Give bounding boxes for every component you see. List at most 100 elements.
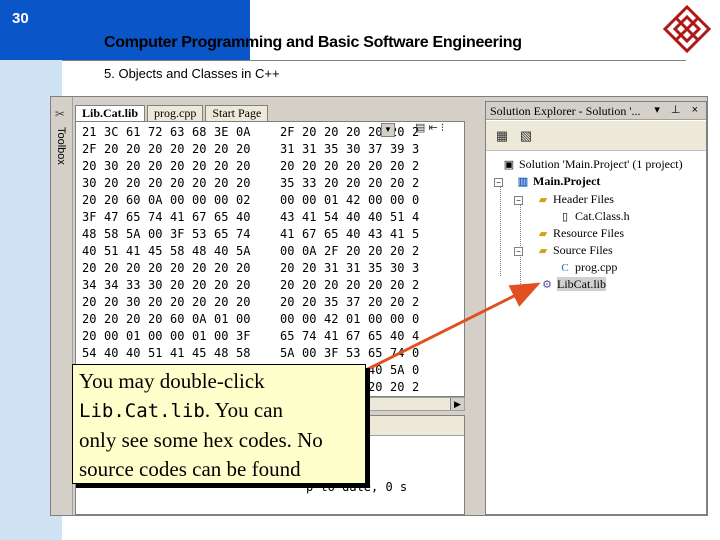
hex-byte: 2F (324, 244, 339, 258)
hex-byte: 0A (236, 125, 251, 139)
hex-byte: 5A (126, 227, 141, 241)
hex-editor[interactable]: 21 3C 61 72 63 68 3E 0A 2F 20 20 20 20 20 2 2F 20 20 20 20 2… (75, 121, 465, 397)
tree-cat-class-h[interactable]: ▯ Cat.Class.h (558, 208, 630, 225)
hex-byte: 20 (236, 159, 251, 173)
show-all-files-icon[interactable]: ▧ (516, 126, 536, 146)
hex-byte: 74 (390, 346, 405, 360)
hex-byte: 34 (104, 278, 119, 292)
hex-byte: 0A (148, 193, 163, 207)
hex-byte: 5A (236, 244, 251, 258)
hex-byte: 58 (236, 346, 251, 360)
hex-byte: 20 (346, 159, 361, 173)
tree-resource-files[interactable]: ▰ Resource Files (536, 225, 624, 242)
hex-byte: 00 (390, 193, 405, 207)
hex-byte: 20 (170, 261, 185, 275)
hex-byte: 20 (148, 261, 163, 275)
hex-byte: 20 (302, 159, 317, 173)
hex-byte: 20 (280, 295, 295, 309)
scroll-right-icon[interactable]: ▶ (450, 398, 464, 410)
hex-byte: 20 (236, 176, 251, 190)
hex-byte: 43 (368, 227, 383, 241)
hex-byte: 2 (412, 159, 420, 173)
hex-byte: 2 (412, 244, 420, 258)
hex-byte: 00 (390, 312, 405, 326)
hex-byte: 20 (104, 312, 119, 326)
hex-byte: 20 (214, 278, 229, 292)
hex-byte: 3F (324, 346, 339, 360)
hex-byte: 20 (214, 159, 229, 173)
folder-icon: ▰ (538, 194, 548, 206)
hex-byte: 01 (324, 193, 339, 207)
tab-libcat-lib[interactable]: Lib.Cat.lib (75, 105, 146, 121)
tab-start-page[interactable]: Start Page (205, 105, 269, 121)
hex-byte: 20 (170, 176, 185, 190)
hex-byte: 41 (302, 210, 317, 224)
hex-byte: 3E (214, 125, 229, 139)
hex-row: 3F 47 65 74 41 67 65 40 43 41 54 40 40 51 4 (82, 209, 434, 226)
hex-row: 20 20 60 0A 00 00 00 02 00 00 01 42 00 00 0 (82, 192, 434, 209)
hex-byte: 2 (412, 176, 420, 190)
tab-prog-cpp[interactable]: prog.cpp (147, 105, 204, 121)
hex-row: 20 30 20 20 20 20 20 20 20 20 20 20 20 20 2 (82, 158, 434, 175)
toolbox-strip[interactable]: ✂ Toolbox (51, 97, 73, 515)
hex-byte: 40 (82, 244, 97, 258)
tree-libcat-lib[interactable]: ⚙ LibCat.lib (540, 276, 606, 293)
collapse-icon[interactable]: − (514, 247, 523, 256)
hex-byte: 20 (148, 312, 163, 326)
hex-byte: 20 (390, 278, 405, 292)
hex-byte: 20 (390, 244, 405, 258)
folder-icon: ▰ (538, 228, 548, 240)
hex-byte: 20 (214, 261, 229, 275)
hex-byte: 40 (126, 346, 141, 360)
tree-solution[interactable]: ▣ Solution 'Main.Project' (1 project) (502, 156, 683, 173)
tree-prog-cpp[interactable]: Cprog.cpp (558, 259, 617, 276)
hex-byte: 20 (280, 159, 295, 173)
tree-source-files[interactable]: ▰ Source Files (536, 242, 613, 259)
hex-byte: 3F (236, 329, 251, 343)
hex-byte: 20 (148, 159, 163, 173)
output-toolbar-icons[interactable]: ▤ ⇤ ⁝ (415, 121, 444, 134)
hex-byte: 35 (368, 261, 383, 275)
hex-byte: 01 (126, 329, 141, 343)
hex-byte: 20 (390, 159, 405, 173)
hex-byte: 43 (280, 210, 295, 224)
hex-byte: 72 (148, 125, 163, 139)
hex-byte: 21 (82, 125, 97, 139)
hex-byte: 20 (368, 159, 383, 173)
collapse-icon[interactable]: − (514, 196, 523, 205)
hex-byte: 67 (346, 329, 361, 343)
hex-byte: 20 (214, 176, 229, 190)
output-source-dropdown-icon[interactable]: ▼ (381, 123, 395, 137)
hex-byte: 40 (368, 363, 383, 377)
hex-byte: 51 (390, 210, 405, 224)
hex-byte: 33 (126, 278, 141, 292)
hex-byte: 74 (236, 227, 251, 241)
panel-buttons[interactable]: ▾ ⊥ × (654, 103, 702, 116)
hex-byte: 20 (390, 295, 405, 309)
hex-byte: 67 (302, 227, 317, 241)
slide-number: 30 (12, 10, 29, 27)
hex-byte: 0 (412, 193, 420, 207)
library-file-icon: ⚙ (542, 279, 552, 291)
tree-guide (500, 184, 501, 276)
hex-byte: 20 (104, 142, 119, 156)
hex-byte: 00 (302, 346, 317, 360)
hex-byte: 2 (412, 295, 420, 309)
callout-line-2-rest: . You can (204, 398, 284, 422)
callout-code: Lib.Cat.lib (79, 400, 205, 422)
hex-byte: 3F (82, 210, 97, 224)
callout-line-4: source codes can be found (79, 457, 301, 481)
tree-project[interactable]: ▥ Main.Project (516, 173, 601, 190)
hex-byte: 3 (412, 261, 420, 275)
hex-byte: 30 (346, 142, 361, 156)
properties-icon[interactable]: ▦ (492, 126, 512, 146)
hex-byte: 20 (104, 176, 119, 190)
collapse-icon[interactable]: − (494, 178, 503, 187)
slide-title: Computer Programming and Basic Software … (104, 34, 522, 51)
tree-guide (520, 202, 521, 284)
hex-byte: 00 (368, 312, 383, 326)
hex-byte: 51 (104, 244, 119, 258)
hex-byte: 20 (126, 261, 141, 275)
tree-header-files[interactable]: ▰ Header Files (536, 191, 614, 208)
hex-byte: 0 (412, 312, 420, 326)
